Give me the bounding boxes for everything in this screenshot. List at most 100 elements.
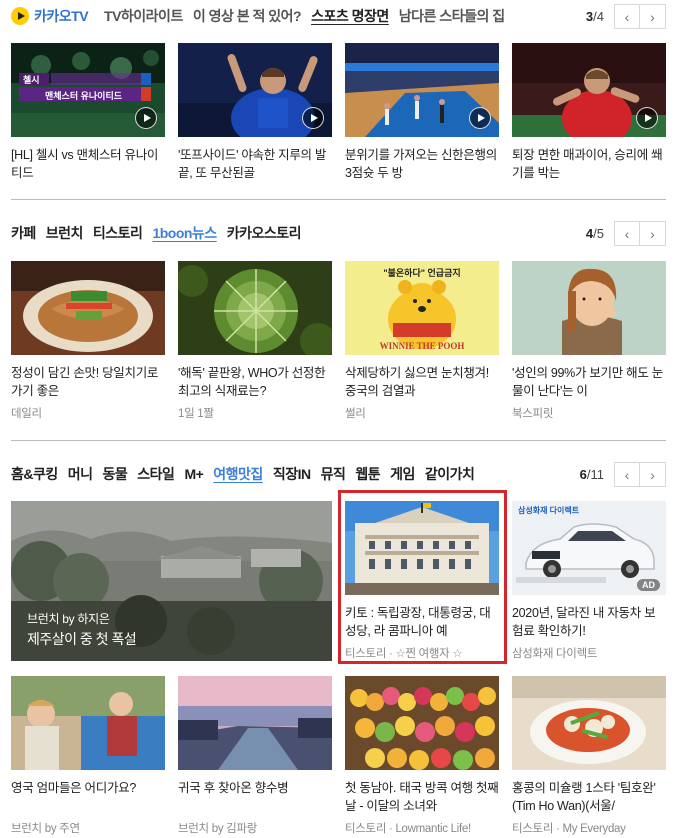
- video-thumbnail: [512, 43, 666, 137]
- video-card[interactable]: 첼시 맨체스터 유나이티드 [HL] 첼시 vs 맨체스터 유나이티드: [11, 43, 165, 182]
- content-thumbnail: [512, 676, 666, 770]
- censor-caption: "불온하다" 언급금지: [383, 268, 461, 278]
- video-thumbnail: [178, 43, 332, 137]
- page-count: 6/11: [579, 467, 604, 482]
- card-title: 정성이 담긴 손맛! 당일치기로 가기 좋은: [11, 366, 159, 398]
- content-thumbnail: [178, 676, 332, 770]
- kakao-tv-logo[interactable]: 카카오TV: [11, 6, 89, 26]
- video-card[interactable]: 퇴장 면한 매과이어, 승리에 쐐기를 박는: [512, 43, 666, 182]
- card-title: 2020년, 달라진 내 자동차 보험료 확인하기!: [512, 606, 656, 638]
- card-title: 퇴장 면한 매과이어, 승리에 쐐기를 박는: [512, 148, 663, 180]
- card-title: '성인의 99%가 보기만 해도 눈물이 난다'는 이: [512, 366, 663, 398]
- tab-kakaostory[interactable]: 카카오스토리: [227, 223, 302, 243]
- tab-seen-video[interactable]: 이 영상 본 적 있어?: [193, 6, 302, 26]
- tab-home-cooking[interactable]: 홈&쿠킹: [11, 464, 58, 484]
- content-thumbnail: [512, 261, 666, 355]
- tab-tv-highlight[interactable]: TV하이라이트: [104, 6, 183, 26]
- play-icon[interactable]: [135, 107, 157, 129]
- highlight-box: [338, 490, 507, 664]
- tab-together[interactable]: 같이가치: [425, 464, 475, 484]
- tab-animals[interactable]: 동물: [103, 464, 128, 484]
- featured-source: 브런치 by 하지은: [27, 612, 110, 626]
- tab-sports-scenes[interactable]: 스포츠 명장면: [311, 6, 389, 26]
- content-card[interactable]: 홍콩의 미슐랭 1스타 '팀호완' (Tim Ho Wan)(서울/ 티스토리 …: [512, 676, 666, 836]
- tab-brunch[interactable]: 브런치: [46, 223, 84, 243]
- content-card[interactable]: 정성이 담긴 손맛! 당일치기로 가기 좋은 데일리: [11, 261, 165, 421]
- tab-mplus[interactable]: M+: [184, 466, 203, 482]
- tab-workplace[interactable]: 직장IN: [273, 464, 311, 484]
- card-title: 영국 엄마들은 어디가요?: [11, 781, 136, 795]
- content-card[interactable]: "불온하다" 언급금지 WINNIE THE POOH 삭제당하기 싫으면 눈치…: [345, 261, 499, 421]
- play-icon[interactable]: [302, 107, 324, 129]
- card-title: 귀국 후 찾아온 향수병: [178, 781, 289, 795]
- card-source: 브런치 by 김파랑: [178, 823, 258, 835]
- featured-title: 제주살이 중 첫 폭설: [27, 631, 137, 647]
- content-card[interactable]: '성인의 99%가 보기만 해도 눈물이 난다'는 이 북스피릿: [512, 261, 666, 421]
- content-thumbnail: "불온하다" 언급금지 WINNIE THE POOH: [345, 261, 499, 355]
- content-card[interactable]: 첫 동남아. 태국 방콕 여행 첫째 날 - 이달의 소녀와 티스토리 · Lo…: [345, 676, 499, 836]
- score-label: 첼시: [23, 75, 40, 85]
- ad-brand: 삼성화재 다이렉트: [518, 506, 580, 515]
- card-source: 데일리: [11, 408, 42, 420]
- content-card[interactable]: 귀국 후 찾아온 향수병 브런치 by 김파랑: [178, 676, 332, 836]
- card-source: 북스피릿: [512, 408, 554, 420]
- ad-thumbnail: 삼성화재 다이렉트 AD: [512, 501, 666, 595]
- content-thumbnail: [178, 261, 332, 355]
- page-count: 4/5: [585, 226, 604, 241]
- cafe-tabbar: 카페 브런치 티스토리 1boon뉴스 카카오스토리 4/5 ‹ ›: [11, 219, 666, 247]
- content-thumbnail: [345, 676, 499, 770]
- ad-card[interactable]: 삼성화재 다이렉트 AD 2020년, 달라진 내 자동차 보험료 확인하기! …: [512, 501, 666, 661]
- prev-arrow-icon[interactable]: ‹: [614, 221, 640, 246]
- cafe-pager: 4/5 ‹ ›: [586, 221, 666, 246]
- card-title: 첫 동남아. 태국 방콕 여행 첫째 날 - 이달의 소녀와: [345, 781, 499, 813]
- prev-arrow-icon[interactable]: ‹: [614, 4, 640, 29]
- kakao-tv-section: 카카오TV TV하이라이트 이 영상 본 적 있어? 스포츠 명장면 남다른 스…: [11, 2, 666, 180]
- next-arrow-icon[interactable]: ›: [640, 462, 666, 487]
- video-card[interactable]: '또프사이드' 야속한 지루의 발끝, 또 무산된골: [178, 43, 332, 182]
- topics-section: 홈&쿠킹 머니 동물 스타일 M+ 여행맛집 직장IN 뮤직 웹툰 게임 같이가…: [11, 460, 666, 488]
- content-thumbnail: [11, 676, 165, 770]
- play-icon[interactable]: [636, 107, 658, 129]
- section-divider: [11, 199, 666, 200]
- tab-style[interactable]: 스타일: [137, 464, 175, 484]
- card-title: '해독' 끝판왕, WHO가 선정한 최고의 식재료는?: [178, 366, 326, 398]
- tab-cafe[interactable]: 카페: [11, 223, 36, 243]
- content-thumbnail: [11, 261, 165, 355]
- tab-money[interactable]: 머니: [68, 464, 93, 484]
- card-title: [HL] 첼시 vs 맨체스터 유나이티드: [11, 148, 159, 180]
- card-title: 삭제당하기 싫으면 눈치챙겨! 중국의 검열과: [345, 366, 489, 398]
- play-logo-icon: [11, 7, 29, 25]
- tab-star-homes[interactable]: 남다른 스타들의 집: [399, 6, 505, 26]
- travel-card-grid: 영국 엄마들은 어디가요? 브런치 by 주연 귀국 후 찾아온 향수병 브런치…: [11, 676, 666, 836]
- tab-webtoon[interactable]: 웹툰: [355, 464, 380, 484]
- tab-tistory[interactable]: 티스토리: [93, 223, 143, 243]
- card-source: 브런치 by 주연: [11, 823, 80, 835]
- card-source: 1일 1짤: [178, 408, 214, 420]
- kakao-tv-logo-text: 카카오TV: [34, 8, 89, 24]
- tab-travel-food[interactable]: 여행맛집: [213, 464, 263, 484]
- cafe-section: 카페 브런치 티스토리 1boon뉴스 카카오스토리 4/5 ‹ › 정성이 담…: [11, 219, 666, 420]
- section-divider: [11, 440, 666, 441]
- next-arrow-icon[interactable]: ›: [640, 4, 666, 29]
- tab-1boon-news[interactable]: 1boon뉴스: [152, 223, 217, 243]
- featured-card[interactable]: 브런치 by 하지은 제주살이 중 첫 폭설: [11, 501, 332, 661]
- card-title: '또프사이드' 야속한 지루의 발끝, 또 무산된골: [178, 148, 327, 180]
- tab-music[interactable]: 뮤직: [321, 464, 346, 484]
- video-card[interactable]: 분위기를 가져오는 신한은행의 3점슛 두 방: [345, 43, 499, 182]
- card-source: 티스토리 · Lowmantic Life!: [345, 823, 471, 835]
- next-arrow-icon[interactable]: ›: [640, 221, 666, 246]
- content-card[interactable]: '해독' 끝판왕, WHO가 선정한 최고의 식재료는? 1일 1짤: [178, 261, 332, 421]
- tv-tabbar: 카카오TV TV하이라이트 이 영상 본 적 있어? 스포츠 명장면 남다른 스…: [11, 2, 666, 30]
- score-label: 맨체스터 유나이티드: [45, 91, 123, 101]
- content-card[interactable]: 영국 엄마들은 어디가요? 브런치 by 주연: [11, 676, 165, 836]
- play-icon[interactable]: [469, 107, 491, 129]
- tv-pager: 3/4 ‹ ›: [586, 4, 666, 29]
- card-title: 홍콩의 미슐랭 1스타 '팀호완' (Tim Ho Wan)(서울/: [512, 781, 656, 813]
- tab-game[interactable]: 게임: [390, 464, 415, 484]
- prev-arrow-icon[interactable]: ‹: [614, 462, 640, 487]
- video-thumbnail: 첼시 맨체스터 유나이티드: [11, 43, 165, 137]
- page-count: 3/4: [585, 9, 604, 24]
- topics-pager: 6/11 ‹ ›: [580, 462, 666, 487]
- card-title: 분위기를 가져오는 신한은행의 3점슛 두 방: [345, 148, 497, 180]
- ad-badge: AD: [637, 579, 660, 591]
